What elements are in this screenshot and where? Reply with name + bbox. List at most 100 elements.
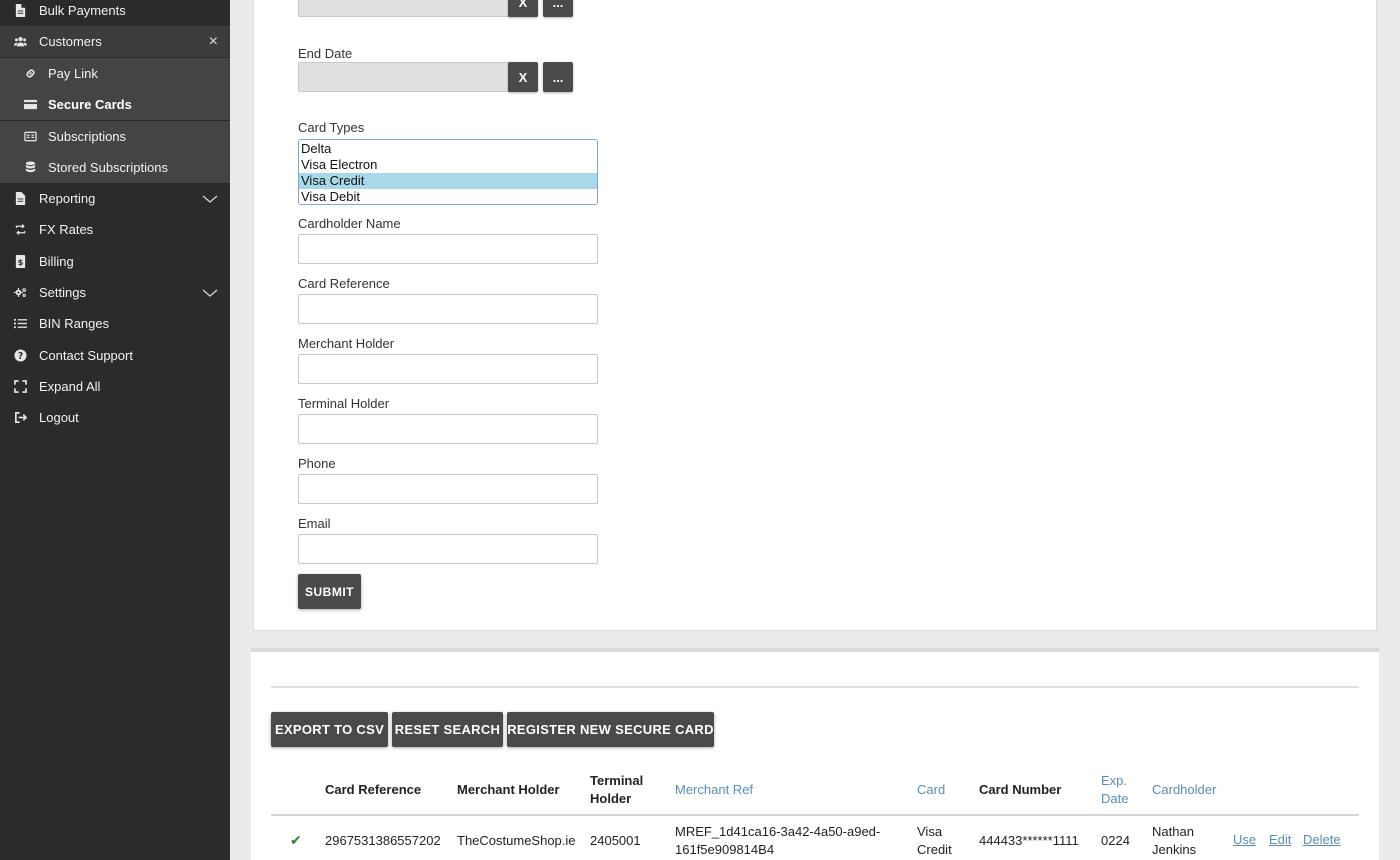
expand-icon: [12, 379, 28, 395]
divider: [271, 686, 1359, 688]
svg-text:$: $: [17, 257, 23, 267]
sidebar-item-label: Settings: [39, 285, 86, 300]
check-icon: ✔: [290, 832, 302, 848]
sidebar-item-label: Customers: [39, 34, 102, 49]
end-date-label: End Date: [298, 46, 353, 61]
list-icon: [12, 316, 28, 332]
column-header-card[interactable]: Card: [917, 781, 945, 799]
sidebar-item-customers[interactable]: Customers ×: [0, 26, 230, 57]
terminal-holder-label: Terminal Holder: [298, 396, 390, 411]
card-types-listbox[interactable]: Delta Visa Electron Visa Credit Visa Deb…: [298, 139, 598, 205]
end-date-clear-button[interactable]: X: [508, 62, 538, 92]
phone-label: Phone: [298, 456, 336, 471]
end-date-picker-button[interactable]: ...: [543, 62, 573, 92]
main-content: X ... End Date X ... Card Types Delta Vi…: [230, 0, 1400, 860]
cell-card-number: 444433******1111: [979, 833, 1079, 848]
card-reference-label: Card Reference: [298, 276, 390, 291]
column-header-card-number: Card Number: [979, 782, 1062, 797]
start-date-input[interactable]: [298, 0, 528, 17]
invoice-dollar-icon: $: [12, 254, 28, 270]
search-form-panel: X ... End Date X ... Card Types Delta Vi…: [253, 0, 1377, 631]
sidebar-item-subscriptions[interactable]: Subscriptions: [0, 121, 230, 152]
svg-text:?: ?: [17, 351, 22, 362]
cell-merchant-holder: TheCostumeShop.ie: [457, 833, 576, 848]
sidebar-item-label: Pay Link: [48, 66, 98, 81]
table-header-rule: [271, 814, 1359, 816]
card-types-label: Card Types: [298, 120, 365, 135]
sidebar-item-contact-support[interactable]: ? Contact Support: [0, 340, 230, 371]
gears-icon: [12, 285, 28, 301]
sidebar-item-bin-ranges[interactable]: BIN Ranges: [0, 308, 230, 339]
cell-card-reference: 2967531386557202: [325, 833, 441, 848]
sidebar-item-pay-link[interactable]: Pay Link: [0, 58, 230, 89]
column-header-merchant-holder: Merchant Holder: [457, 782, 560, 797]
reset-search-button[interactable]: RESET SEARCH: [392, 712, 503, 747]
sign-out-icon: [12, 410, 28, 426]
register-secure-card-button[interactable]: REGISTER NEW SECURE CARD: [507, 712, 714, 747]
sidebar-item-logout[interactable]: Logout: [0, 402, 230, 433]
sidebar-item-label: Contact Support: [39, 348, 133, 363]
sidebar-item-label: Subscriptions: [48, 129, 127, 144]
column-header-cardholder[interactable]: Cardholder: [1152, 781, 1216, 799]
chevron-down-icon[interactable]: [202, 277, 218, 308]
cell-cardholder-line2: Jenkins: [1152, 842, 1197, 857]
sidebar-item-billing[interactable]: $ Billing: [0, 246, 230, 277]
card-type-option[interactable]: Visa Debit: [299, 189, 597, 204]
column-header-terminal-holder-line1: Terminal: [590, 773, 644, 788]
cell-cardholder-line1: Nathan: [1152, 824, 1194, 839]
email-label: Email: [298, 516, 331, 531]
close-icon[interactable]: ×: [209, 26, 218, 57]
credit-card-icon: [22, 97, 38, 113]
file-icon: [12, 191, 28, 207]
sidebar-item-stored-subscriptions[interactable]: Stored Subscriptions: [0, 152, 230, 183]
sidebar-item-label: FX Rates: [39, 222, 94, 237]
cell-card-line2: Credit: [917, 842, 952, 857]
database-icon: [22, 160, 38, 176]
sidebar-item-settings[interactable]: Settings: [0, 277, 230, 308]
link-icon: [22, 66, 38, 82]
sidebar-item-label: Expand All: [39, 379, 101, 394]
column-header-exp-date-line1[interactable]: Exp.: [1101, 772, 1127, 790]
start-date-picker-button[interactable]: ...: [543, 0, 573, 17]
card-type-option[interactable]: Visa Electron: [299, 157, 597, 173]
cardholder-name-input[interactable]: [298, 234, 598, 264]
end-date-input[interactable]: [298, 62, 528, 92]
submit-button[interactable]: SUBMIT: [298, 574, 361, 609]
cardholder-name-label: Cardholder Name: [298, 216, 401, 231]
email-input[interactable]: [298, 534, 598, 564]
column-header-card-reference: Card Reference: [325, 782, 422, 797]
card-reference-input[interactable]: [298, 294, 598, 324]
sidebar-item-fx-rates[interactable]: FX Rates: [0, 214, 230, 245]
cell-exp-date: 0224: [1101, 833, 1130, 848]
file-icon: [12, 3, 28, 19]
merchant-holder-input[interactable]: [298, 354, 598, 384]
column-header-merchant-ref[interactable]: Merchant Ref: [675, 781, 753, 799]
use-link[interactable]: Use: [1233, 832, 1256, 847]
card-type-option-selected[interactable]: Visa Credit: [299, 173, 597, 189]
sidebar-item-reporting[interactable]: Reporting: [0, 183, 230, 214]
cell-card-line1: Visa: [917, 824, 943, 839]
sidebar-item-bulk-payments[interactable]: Bulk Payments: [0, 0, 230, 26]
card-type-option[interactable]: Delta: [299, 141, 597, 157]
sidebar-item-expand-all[interactable]: Expand All: [0, 371, 230, 402]
question-circle-icon: ?: [12, 348, 28, 364]
terminal-holder-input[interactable]: [298, 414, 598, 444]
phone-input[interactable]: [298, 474, 598, 504]
cell-terminal-holder: 2405001: [590, 833, 641, 848]
start-date-clear-button[interactable]: X: [508, 0, 538, 17]
users-icon: [12, 34, 28, 50]
edit-link[interactable]: Edit: [1269, 832, 1291, 847]
sidebar-item-secure-cards[interactable]: Secure Cards: [0, 89, 230, 120]
sidebar-item-label: BIN Ranges: [39, 316, 110, 331]
sidebar-item-label: Bulk Payments: [39, 3, 126, 18]
delete-link[interactable]: Delete: [1303, 832, 1341, 847]
results-panel: EXPORT TO CSV RESET SEARCH REGISTER NEW …: [251, 648, 1379, 860]
cell-merchant-ref-line1: MREF_1d41ca16-3a42-4a50-a9ed-: [675, 824, 881, 839]
column-header-exp-date-line2[interactable]: Date: [1101, 790, 1128, 808]
exchange-icon: [12, 222, 28, 238]
sidebar-item-label: Logout: [39, 410, 79, 425]
chevron-down-icon[interactable]: [202, 183, 218, 214]
export-csv-button[interactable]: EXPORT TO CSV: [271, 712, 388, 747]
sidebar-item-label: Stored Subscriptions: [48, 160, 168, 175]
sidebar: Bulk Payments Customers × Pay Link Secur…: [0, 0, 230, 860]
